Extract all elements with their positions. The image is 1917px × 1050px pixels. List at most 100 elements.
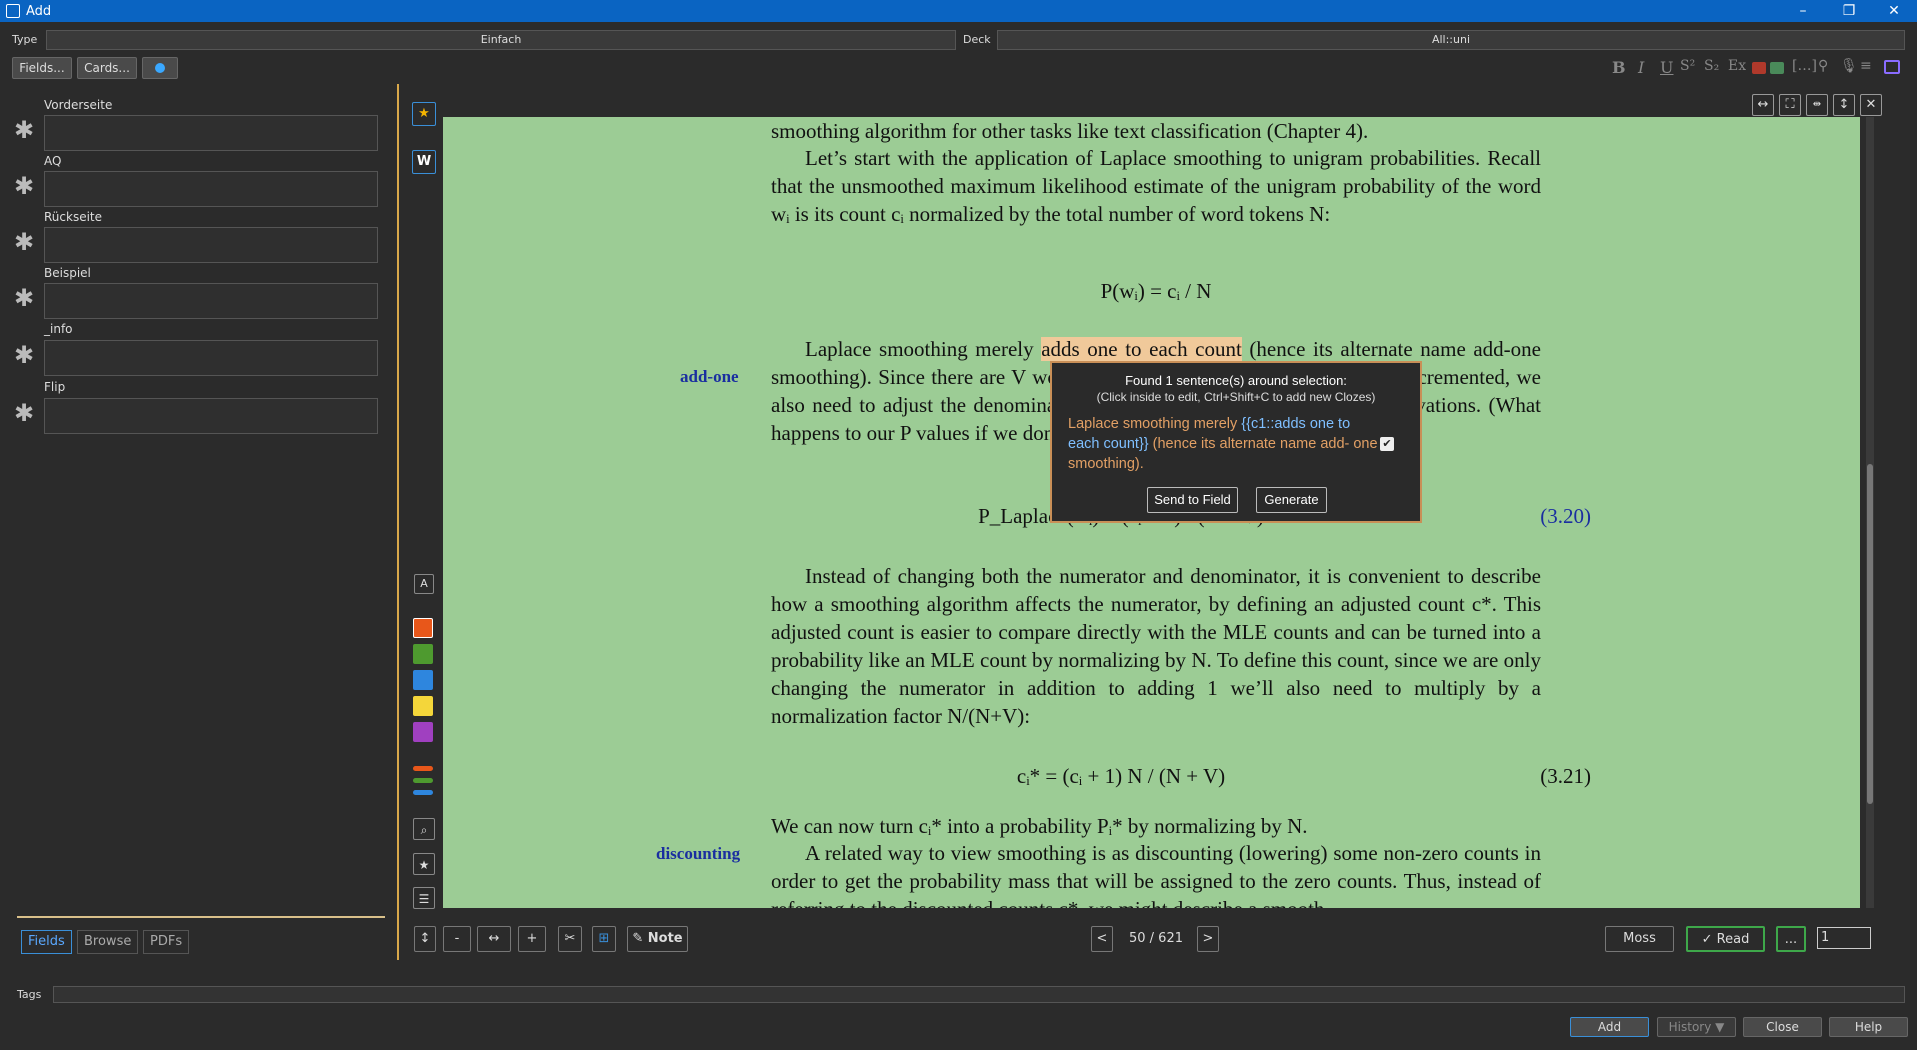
color-swatch-purple[interactable] — [413, 722, 433, 742]
bookmark-star-icon[interactable]: ★ — [412, 102, 436, 126]
cloze-icon[interactable]: […] — [1792, 58, 1817, 78]
fit-width-icon[interactable]: ↔ — [477, 926, 511, 952]
pdf-paragraph: A related way to view smoothing is as di… — [771, 841, 1541, 908]
stripe-green-icon[interactable] — [413, 778, 433, 783]
split-view-icon[interactable]: ⇹ — [1806, 94, 1828, 116]
sticky-toggle-button[interactable] — [142, 57, 178, 79]
equation-number: (3.21) — [1540, 764, 1591, 788]
generate-button[interactable]: Generate — [1256, 487, 1327, 513]
scissors-icon[interactable]: ✂ — [558, 926, 582, 952]
color-swatch-green[interactable] — [413, 644, 433, 664]
zoom-out-button[interactable]: - — [443, 926, 471, 952]
next-page-button[interactable]: > — [1197, 926, 1219, 952]
underline-icon[interactable]: U — [1660, 58, 1673, 78]
tab-pdfs[interactable]: PDFs — [143, 930, 190, 954]
page-indicator: 50 / 621 — [1129, 931, 1183, 946]
color-swatch-yellow[interactable] — [413, 696, 433, 716]
tags-input[interactable] — [53, 986, 1905, 1003]
pdf-scrollbar[interactable] — [1866, 117, 1874, 908]
stripe-blue-icon[interactable] — [413, 790, 433, 795]
fields-button[interactable]: Fields... — [12, 57, 72, 79]
color-swatch-blue[interactable] — [413, 670, 433, 690]
highlighted-selection[interactable]: adds one to each count — [1041, 337, 1242, 361]
note-button[interactable]: ✎ Note — [627, 926, 688, 952]
field-label-vorderseite: Vorderseite — [44, 98, 113, 112]
italic-icon[interactable]: I — [1638, 58, 1644, 78]
type-selector[interactable]: Einfach — [46, 30, 956, 50]
pencil-icon: ✎ — [632, 931, 648, 946]
deck-selector[interactable]: All::uni — [997, 30, 1905, 50]
restore-icon[interactable]: ❐ — [1826, 0, 1872, 22]
field-input-vorderseite[interactable] — [44, 115, 378, 151]
sticky-pin-icon[interactable]: ✱ — [14, 116, 34, 144]
more-button[interactable]: ... — [1776, 926, 1806, 952]
highlight-color-icon[interactable] — [1770, 62, 1784, 74]
fit-width-icon[interactable]: ↔ — [1752, 94, 1774, 116]
popup-sentence[interactable]: Laplace smoothing merely {{c1::adds one … — [1068, 414, 1378, 474]
addon-icon[interactable] — [1884, 60, 1900, 74]
field-input-beispiel[interactable] — [44, 283, 378, 319]
word-tool-button[interactable]: W — [412, 150, 436, 174]
sentence-text: Laplace smoothing merely — [1068, 416, 1242, 432]
superscript-icon[interactable]: S² — [1680, 58, 1695, 78]
prev-page-button[interactable]: < — [1091, 926, 1113, 952]
field-input-flip[interactable] — [44, 398, 378, 434]
help-button[interactable]: Help — [1829, 1017, 1908, 1037]
moss-button[interactable]: Moss — [1605, 926, 1674, 952]
sticky-pin-icon[interactable]: ✱ — [14, 399, 34, 427]
star-icon[interactable]: ★ — [413, 853, 435, 875]
cards-button[interactable]: Cards... — [77, 57, 137, 79]
sticky-pin-icon[interactable]: ✱ — [14, 228, 34, 256]
fit-height-icon[interactable]: ↕ — [1833, 94, 1855, 116]
page-jump-input[interactable]: 1 — [1817, 927, 1871, 949]
tab-fields[interactable]: Fields — [21, 930, 72, 954]
pdf-paragraph: We can now turn cᵢ* into a probability P… — [771, 814, 1308, 838]
more-format-icon[interactable]: ≡ — [1860, 58, 1872, 78]
record-icon[interactable]: 🎙 — [1840, 58, 1858, 78]
stripe-orange-icon[interactable] — [413, 766, 433, 771]
search-icon[interactable]: ⌕ — [413, 818, 435, 840]
type-deck-row: Type Einfach Deck All::uni — [0, 30, 1917, 50]
subscript-icon[interactable]: S₂ — [1704, 58, 1719, 78]
pdf-equation: cᵢ* = (cᵢ + 1) N / (N + V) — [1016, 764, 1226, 788]
attach-icon[interactable]: ⚲ — [1818, 58, 1828, 78]
snap-icon[interactable]: ⊞ — [592, 926, 616, 952]
popup-title: Found 1 sentence(s) around selection: — [1125, 373, 1347, 388]
window-title: Add — [26, 3, 52, 19]
text-tool-button[interactable]: A — [414, 574, 434, 594]
close-button[interactable]: Close — [1743, 1017, 1822, 1037]
pdf-paragraph: Let’s start with the application of Lapl… — [771, 146, 1541, 226]
field-label-beispiel: Beispiel — [44, 266, 91, 280]
vertical-fit-icon[interactable]: ↕ — [414, 926, 436, 952]
app-icon — [6, 4, 20, 18]
fullscreen-icon[interactable]: ⛶ — [1779, 94, 1801, 116]
pdf-paragraph: Instead of changing both the numerator a… — [771, 564, 1541, 728]
sticky-pin-icon[interactable]: ✱ — [14, 172, 34, 200]
tags-label: Tags — [17, 988, 42, 1001]
color-swatch-orange[interactable] — [413, 618, 433, 638]
bold-icon[interactable]: B — [1612, 58, 1626, 78]
list-icon[interactable]: ☰ — [413, 887, 435, 909]
tab-browse[interactable]: Browse — [77, 930, 139, 954]
send-to-field-button[interactable]: Send to Field — [1147, 487, 1238, 513]
close-icon[interactable]: ✕ — [1871, 0, 1917, 22]
zoom-in-button[interactable]: + — [518, 926, 546, 952]
read-button[interactable]: ✓ Read — [1686, 926, 1765, 952]
equation-number[interactable]: (3.20) — [1493, 504, 1591, 529]
close-view-icon[interactable]: ✕ — [1860, 94, 1882, 116]
text-color-icon[interactable] — [1752, 62, 1766, 74]
field-input-aq[interactable] — [44, 171, 378, 207]
sticky-pin-icon[interactable]: ✱ — [14, 284, 34, 312]
field-input-rueckseite[interactable] — [44, 227, 378, 263]
panel-divider[interactable] — [397, 84, 399, 960]
toggle-dot-icon — [155, 63, 165, 73]
add-button[interactable]: Add — [1570, 1017, 1649, 1037]
sticky-pin-icon[interactable]: ✱ — [14, 341, 34, 369]
minimize-icon[interactable]: – — [1780, 0, 1826, 22]
field-input-info[interactable] — [44, 340, 378, 376]
note-label: Note — [647, 931, 683, 946]
history-button[interactable]: History ▼ — [1657, 1017, 1736, 1037]
clear-format-icon[interactable]: Ex — [1728, 58, 1746, 78]
scrollbar-thumb[interactable] — [1867, 464, 1873, 804]
sentence-checkbox[interactable]: ✔ — [1380, 437, 1394, 451]
